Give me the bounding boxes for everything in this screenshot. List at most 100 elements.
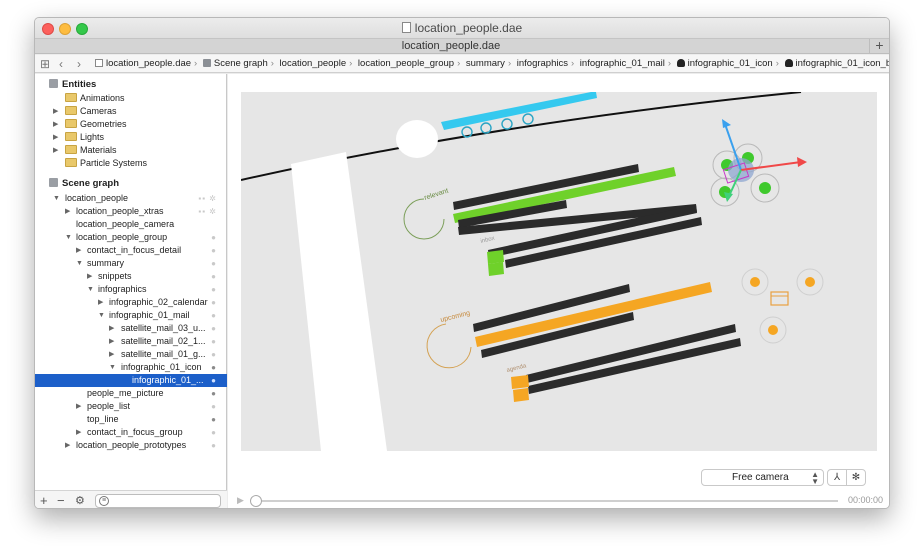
node-label: satellite_mail_02_1... [121,336,206,346]
visibility-icons[interactable]: ▪▪ ✲ [198,205,217,218]
scene-node[interactable]: ▶ satellite_mail_03_u... ● [35,322,227,335]
disclosure-open-icon[interactable]: ▼ [53,192,63,205]
crumb-scene-graph[interactable]: Scene graph [202,58,268,69]
scene-node[interactable]: ▼ infographic_01_mail ● [35,309,227,322]
scene-node[interactable]: location_people_camera [35,218,227,231]
teapot-visibility-icon[interactable]: ● [211,400,217,413]
3d-viewport[interactable]: relevant inbox upcoming agenda [241,92,877,451]
scene-node[interactable]: people_me_picture ● [35,387,227,400]
scene-node[interactable]: ▶ infographic_02_calendar ● [35,296,227,309]
node-label: contact_in_focus_detail [87,245,182,255]
add-node-button[interactable]: + [40,493,48,508]
disclosure-triangle-icon[interactable]: ▶ [109,348,119,361]
scene-node[interactable]: ▶ contact_in_focus_group ● [35,426,227,439]
entity-item-particle-systems[interactable]: Particle Systems [35,157,227,170]
axes-icon[interactable]: ⅄ [827,469,847,486]
disclosure-open-icon[interactable]: ▼ [87,283,97,296]
scene-node-selected[interactable]: infographic_01_... ● [35,374,227,387]
teapot-visibility-icon[interactable]: ● [211,439,217,452]
camera-select[interactable]: Free camera ▲ ▼ [701,469,824,486]
teapot-visibility-icon[interactable]: ● [211,322,217,335]
entity-item-animations[interactable]: Animations [35,92,227,105]
teapot-visibility-icon[interactable]: ● [211,257,217,270]
back-arrow-icon[interactable]: ‹ [59,57,63,71]
disclosure-triangle-icon[interactable]: ▶ [53,131,63,144]
disclosure-triangle-icon[interactable]: ▶ [76,244,86,257]
remove-node-button[interactable]: − [57,493,65,508]
disclosure-triangle-icon[interactable]: ▶ [53,144,63,157]
crumb-node[interactable]: summary [466,58,505,69]
forward-arrow-icon[interactable]: › [77,57,81,71]
scene-node[interactable]: ▶ satellite_mail_02_1... ● [35,335,227,348]
teapot-visibility-icon[interactable]: ● [211,335,217,348]
scene-node[interactable]: ▼ infographics ● [35,283,227,296]
entity-item-materials[interactable]: ▶ Materials [35,144,227,157]
disclosure-triangle-icon[interactable]: ▶ [53,105,63,118]
disclosure-triangle-icon[interactable]: ▶ [87,270,97,283]
crumb-node[interactable]: infographic_01_mail [580,58,665,69]
timeline-scrubber[interactable] [250,495,262,507]
crumb-file[interactable]: location_people.dae [95,58,191,69]
teapot-visibility-icon[interactable]: ● [211,309,217,322]
disclosure-triangle-icon[interactable]: ▶ [98,296,108,309]
visibility-icons[interactable]: ▪▪ ✲ [198,192,217,205]
new-tab-button[interactable]: + [869,38,889,54]
play-icon[interactable]: ▶ [237,495,244,506]
scene-node[interactable]: ▶ contact_in_focus_detail ● [35,244,227,257]
teapot-visibility-icon[interactable]: ● [211,387,217,400]
disclosure-open-icon[interactable]: ▼ [65,231,75,244]
crumb-node[interactable]: infographics [517,58,568,69]
teapot-visibility-icon[interactable]: ● [211,374,217,387]
crumb-label: location_people.dae [106,58,192,69]
scene-node[interactable]: ▶ people_list ● [35,400,227,413]
scene-node[interactable]: ▶ location_people_xtras ▪▪ ✲ [35,205,227,218]
timeline-track[interactable] [254,500,838,502]
filter-input[interactable]: ≡ [95,494,221,508]
upcoming-arc [426,323,472,369]
teapot-visibility-icon[interactable]: ● [211,244,217,257]
entity-item-geometries[interactable]: ▶ Geometries [35,118,227,131]
scene-node[interactable]: ▶ satellite_mail_01_g... ● [35,348,227,361]
scene-node[interactable]: ▶ location_people_prototypes ● [35,439,227,452]
crumb-node[interactable]: location_people [280,58,347,69]
scene-node[interactable]: ▼ summary ● [35,257,227,270]
gear-icon[interactable]: ⚙ [75,494,85,507]
disclosure-open-icon[interactable]: ▼ [98,309,108,322]
teapot-visibility-icon[interactable]: ● [211,413,217,426]
cube-icon [202,59,211,67]
entity-item-lights[interactable]: ▶ Lights [35,131,227,144]
disclosure-open-icon[interactable]: ▼ [109,361,119,374]
scene-node[interactable]: ▶ snippets ● [35,270,227,283]
teapot-visibility-icon[interactable]: ● [211,296,217,309]
scene-node[interactable]: ▼ infographic_01_icon ● [35,361,227,374]
teapot-visibility-icon[interactable]: ● [211,348,217,361]
settings-icon[interactable]: ✻ [846,469,866,486]
crumb-node[interactable]: location_people_group [358,58,454,69]
disclosure-triangle-icon[interactable]: ▶ [76,426,86,439]
disclosure-open-icon[interactable]: ▼ [76,257,86,270]
disclosure-triangle-icon[interactable]: ▶ [65,439,75,452]
teapot-visibility-icon[interactable]: ● [211,283,217,296]
teapot-visibility-icon[interactable]: ● [211,426,217,439]
node-label: infographic_01_icon [121,362,202,372]
scene-node[interactable]: ▼ location_people_group ● [35,231,227,244]
grid-icon[interactable]: ⊞ [40,57,50,71]
scene-graph-title: Scene graph [62,178,120,189]
disclosure-triangle-icon[interactable]: ▶ [53,118,63,131]
entity-item-cameras[interactable]: ▶ Cameras [35,105,227,118]
tab-document[interactable]: location_people.dae [35,40,867,52]
teapot-visibility-icon[interactable]: ● [211,231,217,244]
teapot-visibility-icon[interactable]: ● [211,270,217,283]
node-label: location_people_camera [76,219,175,229]
disclosure-triangle-icon[interactable]: ▶ [65,205,75,218]
disclosure-triangle-icon[interactable]: ▶ [76,400,86,413]
scene-node[interactable]: ▼ location_people ▪▪ ✲ [35,192,227,205]
disclosure-triangle-icon[interactable]: ▶ [109,335,119,348]
teapot-visibility-icon[interactable]: ● [211,361,217,374]
disclosure-triangle-icon[interactable]: ▶ [109,322,119,335]
small-text-label: agenda [506,363,528,374]
cube-icon [49,178,58,187]
crumb-node[interactable]: infographic_01_icon [676,58,773,69]
crumb-node-current[interactable]: infographic_01_icon_button [784,58,889,69]
scene-node[interactable]: top_line ● [35,413,227,426]
